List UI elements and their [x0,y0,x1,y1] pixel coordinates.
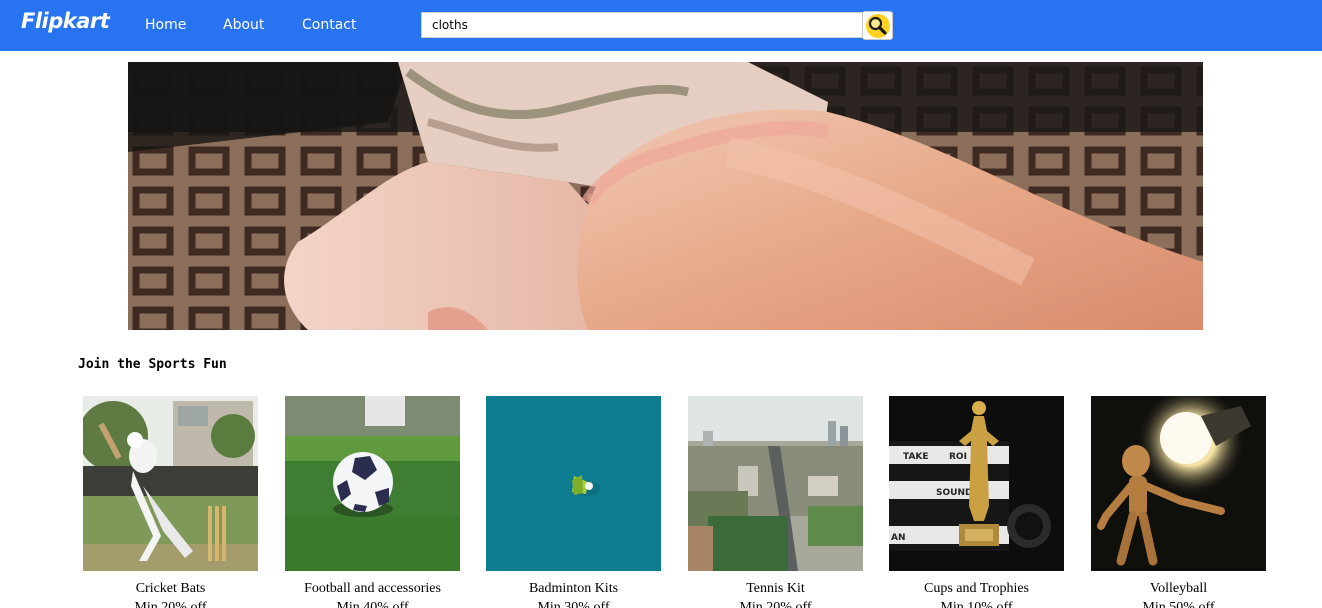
nav-link-contact[interactable]: Contact [302,17,356,33]
product-card-title: Tennis Kit [746,581,805,596]
product-card-offer: Min 50% off [1142,600,1215,608]
product-card-cricket-bats[interactable]: Cricket Bats Min 20% off [83,396,258,608]
product-card-football[interactable]: Football and accessories Min 40% off [285,396,460,608]
product-card-title: Volleyball [1149,581,1208,596]
brand-logo[interactable]: Flipkart [21,9,110,33]
product-card-title: Badminton Kits [528,581,619,596]
badminton-image [486,396,661,571]
product-card-offer: Min 40% off [336,600,409,608]
hero-banner-image [128,62,1203,330]
product-card-offer: Min 20% off [134,600,207,608]
product-card-tennis-kit[interactable]: Tennis Kit Min 20% off [688,396,863,608]
product-card-offer: Min 10% off [940,600,1013,608]
nav-link-about[interactable]: About [223,17,264,33]
product-card-title: Cups and Trophies [923,581,1030,596]
svg-text:SOUND: SOUND [936,488,972,498]
product-card-cups-trophies[interactable]: TAKE ROI SOUND AN Cups and Trophies Min … [889,396,1064,608]
section-title: Join the Sports Fun [78,357,227,372]
magnifier-icon [866,14,890,38]
product-card-badminton-kits[interactable]: Badminton Kits Min 30% off [486,396,661,608]
football-image [285,396,460,571]
product-card-offer: Min 30% off [537,600,610,608]
cricket-bats-image [83,396,258,571]
nav-link-home[interactable]: Home [145,17,186,33]
volleyball-image [1091,396,1266,571]
product-card-title: Cricket Bats [135,581,206,596]
top-navbar: Flipkart Home About Contact [0,0,1322,51]
svg-text:AN: AN [891,533,906,543]
product-card-volleyball[interactable]: Volleyball Min 50% off [1091,396,1266,608]
search-input[interactable] [421,12,863,38]
product-card-title: Football and accessories [304,581,441,596]
trophy-image: TAKE ROI SOUND AN [889,396,1064,571]
svg-text:TAKE: TAKE [903,452,929,462]
tennis-image [688,396,863,571]
svg-text:ROI: ROI [949,452,967,462]
search-button[interactable] [862,11,893,40]
product-card-offer: Min 20% off [739,600,812,608]
